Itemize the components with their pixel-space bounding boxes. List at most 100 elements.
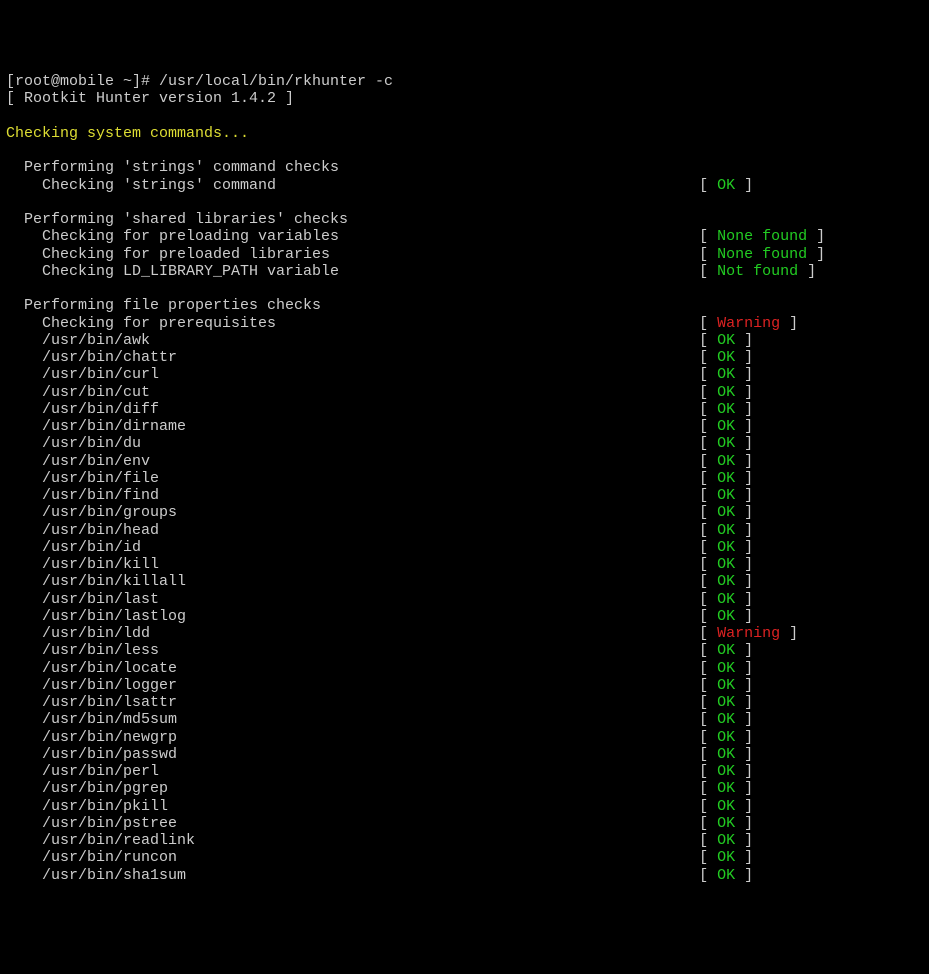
check-label: /usr/bin/sha1sum — [6, 867, 699, 884]
check-label: /usr/bin/cut — [6, 384, 699, 401]
check-row: Checking for preloading variables[None f… — [6, 228, 923, 245]
check-status: [OK] — [699, 711, 834, 728]
check-row: /usr/bin/lastlog[OK] — [6, 608, 923, 625]
check-status: [OK] — [699, 677, 834, 694]
check-status: [OK] — [699, 366, 834, 383]
check-status: [OK] — [699, 591, 834, 608]
check-status: [OK] — [699, 780, 834, 797]
check-row: /usr/bin/newgrp[OK] — [6, 729, 923, 746]
check-row: /usr/bin/md5sum[OK] — [6, 711, 923, 728]
check-row: /usr/bin/pstree[OK] — [6, 815, 923, 832]
check-row: /usr/bin/ldd[Warning] — [6, 625, 923, 642]
check-status: [OK] — [699, 660, 834, 677]
check-row: /usr/bin/readlink[OK] — [6, 832, 923, 849]
check-row: /usr/bin/kill[OK] — [6, 556, 923, 573]
check-row: /usr/bin/lsattr[OK] — [6, 694, 923, 711]
check-label: /usr/bin/perl — [6, 763, 699, 780]
check-status: [Warning] — [699, 625, 834, 642]
check-row: Checking LD_LIBRARY_PATH variable[Not fo… — [6, 263, 923, 280]
check-row: Checking for prerequisites[Warning] — [6, 315, 923, 332]
check-row: /usr/bin/file[OK] — [6, 470, 923, 487]
check-label: /usr/bin/less — [6, 642, 699, 659]
check-label: /usr/bin/readlink — [6, 832, 699, 849]
check-status: [OK] — [699, 849, 834, 866]
check-label: /usr/bin/pkill — [6, 798, 699, 815]
check-row: /usr/bin/curl[OK] — [6, 366, 923, 383]
check-label: /usr/bin/ldd — [6, 625, 699, 642]
check-label: /usr/bin/last — [6, 591, 699, 608]
check-status: [OK] — [699, 177, 834, 194]
check-row: /usr/bin/awk[OK] — [6, 332, 923, 349]
check-label: /usr/bin/du — [6, 435, 699, 452]
check-row: Checking 'strings' command[OK] — [6, 177, 923, 194]
check-row: /usr/bin/diff[OK] — [6, 401, 923, 418]
check-row: /usr/bin/chattr[OK] — [6, 349, 923, 366]
check-status: [OK] — [699, 867, 834, 884]
check-status: [OK] — [699, 504, 834, 521]
check-status: [OK] — [699, 729, 834, 746]
check-label: /usr/bin/dirname — [6, 418, 699, 435]
check-row: /usr/bin/env[OK] — [6, 453, 923, 470]
version-line: [ Rootkit Hunter version 1.4.2 ] — [6, 90, 923, 107]
check-label: Checking for prerequisites — [6, 315, 699, 332]
check-status: [OK] — [699, 401, 834, 418]
check-label: Checking for preloading variables — [6, 228, 699, 245]
check-status: [OK] — [699, 608, 834, 625]
check-status: [OK] — [699, 573, 834, 590]
check-status: [Warning] — [699, 315, 834, 332]
check-row: /usr/bin/locate[OK] — [6, 660, 923, 677]
check-row: /usr/bin/killall[OK] — [6, 573, 923, 590]
check-status: [OK] — [699, 815, 834, 832]
check-row: /usr/bin/id[OK] — [6, 539, 923, 556]
check-row: /usr/bin/pkill[OK] — [6, 798, 923, 815]
check-row: Checking for preloaded libraries[None fo… — [6, 246, 923, 263]
check-status: [OK] — [699, 763, 834, 780]
check-label: /usr/bin/md5sum — [6, 711, 699, 728]
check-label: /usr/bin/head — [6, 522, 699, 539]
check-label: /usr/bin/kill — [6, 556, 699, 573]
check-label: /usr/bin/logger — [6, 677, 699, 694]
check-status: [OK] — [699, 435, 834, 452]
section-heading: Checking system commands... — [6, 125, 923, 142]
check-row: /usr/bin/head[OK] — [6, 522, 923, 539]
check-label: /usr/bin/newgrp — [6, 729, 699, 746]
check-label: /usr/bin/chattr — [6, 349, 699, 366]
check-status: [OK] — [699, 470, 834, 487]
check-label: /usr/bin/awk — [6, 332, 699, 349]
check-row: /usr/bin/pgrep[OK] — [6, 780, 923, 797]
check-status: [OK] — [699, 453, 834, 470]
check-status: [OK] — [699, 694, 834, 711]
group-title: Performing 'strings' command checks — [6, 159, 923, 176]
check-label: /usr/bin/file — [6, 470, 699, 487]
check-row: /usr/bin/last[OK] — [6, 591, 923, 608]
check-status: [None found] — [699, 246, 834, 263]
check-status: [None found] — [699, 228, 834, 245]
check-label: /usr/bin/curl — [6, 366, 699, 383]
check-label: /usr/bin/diff — [6, 401, 699, 418]
group-title: Performing file properties checks — [6, 297, 923, 314]
check-row: /usr/bin/groups[OK] — [6, 504, 923, 521]
check-label: /usr/bin/env — [6, 453, 699, 470]
check-row: /usr/bin/du[OK] — [6, 435, 923, 452]
check-row: /usr/bin/passwd[OK] — [6, 746, 923, 763]
check-row: /usr/bin/logger[OK] — [6, 677, 923, 694]
check-label: /usr/bin/groups — [6, 504, 699, 521]
check-label: Checking LD_LIBRARY_PATH variable — [6, 263, 699, 280]
check-row: /usr/bin/perl[OK] — [6, 763, 923, 780]
check-label: /usr/bin/pgrep — [6, 780, 699, 797]
terminal-output: [root@mobile ~]# /usr/local/bin/rkhunter… — [6, 73, 923, 884]
check-status: [OK] — [699, 798, 834, 815]
check-status: [OK] — [699, 418, 834, 435]
check-label: /usr/bin/find — [6, 487, 699, 504]
check-label: /usr/bin/passwd — [6, 746, 699, 763]
check-status: [Not found] — [699, 263, 834, 280]
check-status: [OK] — [699, 832, 834, 849]
check-status: [OK] — [699, 384, 834, 401]
check-row: /usr/bin/less[OK] — [6, 642, 923, 659]
check-status: [OK] — [699, 332, 834, 349]
check-label: /usr/bin/lastlog — [6, 608, 699, 625]
group-title: Performing 'shared libraries' checks — [6, 211, 923, 228]
check-label: /usr/bin/locate — [6, 660, 699, 677]
check-status: [OK] — [699, 522, 834, 539]
check-status: [OK] — [699, 642, 834, 659]
